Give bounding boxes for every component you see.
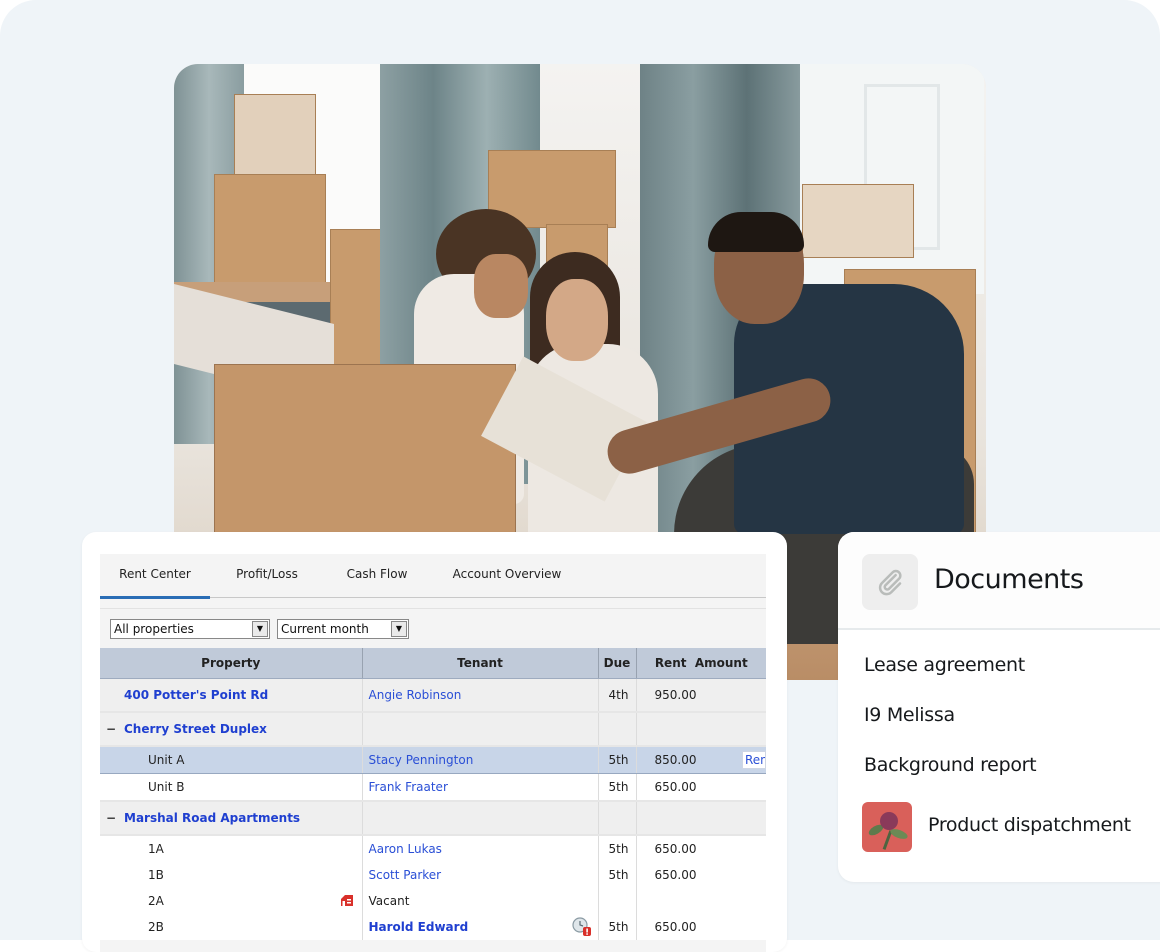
- tab-rent-center[interactable]: Rent Center: [100, 554, 210, 599]
- amount-cell: 650.00: [635, 835, 766, 862]
- photo-child-face: [474, 254, 528, 318]
- table-row-selected[interactable]: Unit A Stacy Pennington 5th 850.00 Rent: [100, 745, 766, 774]
- due-cell: 5th: [597, 773, 636, 801]
- due-cell: 4th: [597, 678, 636, 712]
- tenant-link[interactable]: Aaron Lukas: [369, 842, 442, 856]
- document-item-background-report[interactable]: Background report: [864, 754, 1037, 776]
- table-row[interactable]: 2A Vacant: [100, 888, 766, 914]
- amount-cell: 650.00: [635, 862, 766, 888]
- tab-cash-flow[interactable]: Cash Flow: [342, 554, 412, 596]
- unit-cell: 1A: [100, 835, 362, 862]
- tab-account-overview[interactable]: Account Overview: [450, 554, 564, 596]
- collapse-toggle-icon[interactable]: −: [100, 811, 124, 825]
- document-item-i9-melissa[interactable]: I9 Melissa: [864, 704, 955, 726]
- table-row[interactable]: 1B Scott Parker 5th 650.00: [100, 862, 766, 888]
- amount-cell: [635, 888, 766, 914]
- unit-label: 2A: [148, 894, 164, 908]
- due-cell: 5th: [597, 835, 636, 862]
- dropdown-arrow-icon[interactable]: ▼: [391, 621, 407, 637]
- unit-cell: 1B: [100, 862, 362, 888]
- dropdown-arrow-icon[interactable]: ▼: [252, 621, 268, 637]
- amount-cell: 650.00: [635, 773, 766, 801]
- photo-man-hair: [708, 212, 804, 252]
- document-thumbnail-image[interactable]: [862, 802, 912, 852]
- rent-center-card: Rent Center Profit/Loss Cash Flow Accoun…: [82, 532, 787, 952]
- property-link[interactable]: Marshal Road Apartments: [124, 811, 300, 825]
- amount-cell: 950.00: [635, 678, 766, 712]
- unit-cell: Unit A: [100, 745, 362, 774]
- column-header-tenant[interactable]: Tenant: [361, 648, 598, 679]
- photo-woman-face: [546, 279, 608, 361]
- thumb-flower: [880, 812, 898, 830]
- photo-box: [802, 184, 914, 258]
- property-filter-select[interactable]: All properties ▼: [110, 619, 270, 639]
- table-row[interactable]: 2B Harold Edward 5th 650.00: [100, 914, 766, 940]
- property-link[interactable]: Cherry Street Duplex: [124, 722, 267, 736]
- unit-cell: 2B: [100, 914, 362, 940]
- column-header-due[interactable]: Due: [597, 648, 636, 679]
- period-filter-select[interactable]: Current month ▼: [277, 619, 409, 639]
- tenant-link[interactable]: Scott Parker: [369, 868, 442, 882]
- rent-center-window: Rent Center Profit/Loss Cash Flow Accoun…: [100, 554, 766, 952]
- paperclip-icon-tile: [862, 554, 918, 610]
- period-filter-value: Current month: [281, 622, 369, 636]
- due-cell: 5th: [597, 745, 636, 774]
- table-row[interactable]: 400 Potter's Point Rd Angie Robinson 4th…: [100, 678, 766, 712]
- late-payment-icon: [571, 917, 591, 936]
- report-tabs: Rent Center Profit/Loss Cash Flow Accoun…: [100, 554, 766, 599]
- column-header-property[interactable]: Property: [100, 648, 362, 679]
- rent-table: Property Tenant Due Rent Amount 400 Pott…: [100, 648, 766, 940]
- tenant-link[interactable]: Stacy Pennington: [369, 753, 474, 767]
- property-filter-value: All properties: [114, 622, 194, 636]
- tenant-link[interactable]: Angie Robinson: [369, 688, 462, 702]
- amount-value: 850.00: [654, 753, 697, 767]
- document-item-product-dispatchment[interactable]: Product dispatchment: [928, 814, 1131, 836]
- tab-profit-loss[interactable]: Profit/Loss: [232, 554, 302, 596]
- due-cell: 5th: [597, 914, 636, 940]
- document-item-lease-agreement[interactable]: Lease agreement: [864, 654, 1025, 676]
- table-header-row: Property Tenant Due Rent Amount: [100, 648, 766, 679]
- paperclip-icon: [878, 569, 902, 596]
- due-cell: [597, 888, 636, 914]
- property-group-row[interactable]: − Marshal Road Apartments: [100, 800, 766, 836]
- photo-box: [214, 174, 326, 286]
- documents-header: Documents: [838, 532, 1160, 630]
- tenant-vacant: Vacant: [361, 888, 598, 914]
- table-row[interactable]: 1A Aaron Lukas 5th 650.00: [100, 835, 766, 862]
- photo-box: [234, 94, 316, 176]
- amount-cell: 650.00: [635, 914, 766, 940]
- property-link[interactable]: 400 Potter's Point Rd: [124, 688, 268, 702]
- receive-rent-button[interactable]: Rent: [742, 751, 766, 769]
- documents-card: Documents Lease agreement I9 Melissa Bac…: [838, 532, 1160, 882]
- tenant-link[interactable]: Harold Edward: [369, 920, 469, 934]
- vacant-unit-icon: [340, 895, 353, 906]
- collapse-toggle-icon[interactable]: −: [100, 722, 124, 736]
- table-row[interactable]: Unit B Frank Fraater 5th 650.00: [100, 773, 766, 801]
- property-group-row[interactable]: − Cherry Street Duplex: [100, 711, 766, 747]
- documents-title: Documents: [934, 564, 1084, 595]
- due-cell: 5th: [597, 862, 636, 888]
- tenant-link[interactable]: Frank Fraater: [369, 780, 448, 794]
- unit-cell: Unit B: [100, 773, 362, 801]
- column-header-rent-amount[interactable]: Rent Amount: [635, 648, 766, 679]
